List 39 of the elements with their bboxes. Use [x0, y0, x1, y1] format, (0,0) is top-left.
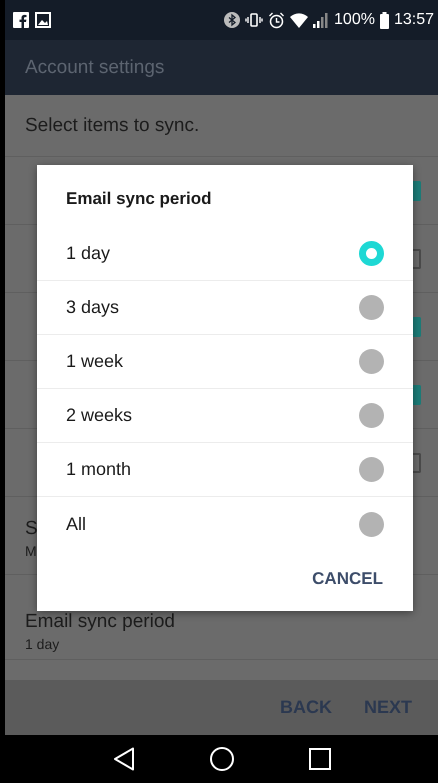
image-icon: [35, 12, 51, 28]
recents-icon[interactable]: [308, 748, 330, 770]
radio-option[interactable]: 1 day: [37, 227, 413, 281]
vibrate-icon: [245, 12, 264, 28]
setting-value: 1 day: [25, 636, 60, 652]
battery-percent: 100%: [334, 11, 375, 29]
radio-button[interactable]: [359, 349, 384, 374]
setting-title: S: [25, 518, 38, 540]
option-label: 2 weeks: [66, 405, 132, 426]
option-label: 3 days: [66, 297, 120, 318]
radio-option[interactable]: All: [37, 497, 413, 551]
home-icon[interactable]: [210, 747, 234, 771]
dialog-title: Email sync period: [65, 188, 212, 210]
setting-title: Email sync period: [25, 611, 175, 633]
radio-option[interactable]: 2 weeks: [37, 389, 413, 443]
radio-option[interactable]: 1 week: [37, 335, 413, 389]
clock-time: 13:57: [394, 11, 434, 29]
section-heading: Select items to sync.: [25, 114, 200, 136]
screen-title: Account settings: [25, 56, 164, 78]
radio-option[interactable]: 3 days: [37, 281, 413, 335]
signal-icon: [313, 12, 330, 28]
facebook-icon: [13, 12, 29, 28]
setting-value: M: [25, 543, 37, 559]
option-label: 1 day: [66, 243, 110, 264]
battery-icon: [380, 12, 389, 28]
radio-button[interactable]: [359, 512, 384, 536]
cancel-button[interactable]: CANCEL: [300, 557, 395, 601]
alarm-icon: [268, 12, 286, 28]
wifi-icon: [290, 12, 308, 28]
radio-button[interactable]: [359, 457, 384, 482]
bluetooth-icon: [224, 12, 240, 28]
option-label: 1 week: [66, 351, 124, 372]
back-icon[interactable]: [112, 747, 134, 771]
radio-button[interactable]: [359, 241, 384, 266]
radio-option[interactable]: 1 month: [37, 443, 413, 497]
radio-button[interactable]: [359, 295, 384, 320]
radio-button[interactable]: [359, 403, 384, 428]
option-label: All: [66, 514, 86, 534]
option-label: 1 month: [66, 459, 132, 480]
